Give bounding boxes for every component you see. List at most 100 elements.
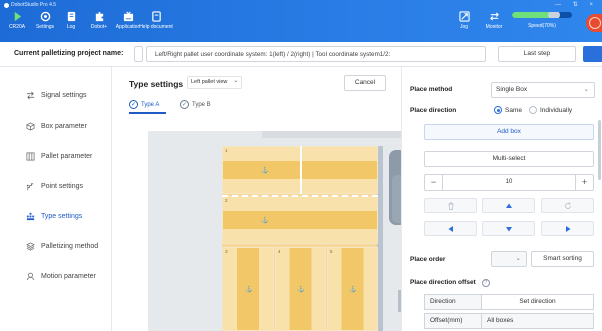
puzzle-icon (95, 11, 103, 22)
box-icon (26, 122, 35, 131)
active-tab-indicator (129, 112, 166, 114)
delete-button[interactable] (424, 198, 477, 213)
anchor-icon: ⚓ (261, 218, 269, 224)
rotate-icon (564, 201, 571, 209)
sidebar-item-type-settings[interactable]: Type settings (26, 212, 82, 221)
box-cell-3[interactable]: 3 ⚓ (222, 247, 274, 331)
place-direction-label: Place direction (410, 107, 457, 114)
rotate-button[interactable] (541, 198, 594, 213)
chevron-down-icon: ⌄ (515, 255, 521, 262)
settings-icon (40, 11, 50, 22)
toolbar-monitor-button[interactable]: Monitor (481, 11, 507, 30)
anchor-icon: ⚓ (349, 287, 357, 293)
help-icon[interactable]: ? (481, 279, 490, 287)
arrow-down-icon (505, 226, 512, 231)
right-panel-scrollbar[interactable] (598, 120, 601, 180)
app-logo-icon (4, 2, 9, 8)
toolbar-cr20a-button[interactable]: CR20A (4, 11, 30, 30)
decrement-button[interactable]: − (425, 175, 443, 190)
place-method-select[interactable]: Single Box ⌄ (491, 82, 595, 98)
place-direction-offset-label: Place direction offset? (410, 279, 490, 287)
robot-play-icon (14, 11, 21, 22)
dashed-divider (222, 195, 378, 197)
trash-icon (448, 202, 453, 210)
increment-button[interactable]: + (575, 175, 593, 190)
top-toolbar: DobotStudio Pro 4.5 — ⇅ × CR20A Settings… (0, 0, 602, 42)
radio-dot (529, 106, 537, 114)
quantity-value[interactable]: 10 (443, 175, 575, 190)
box-cell-2[interactable]: 2 ⚓ (222, 196, 378, 244)
place-order-label: Place order (410, 256, 446, 263)
multi-select-button[interactable]: Multi-select (424, 151, 594, 167)
add-box-button[interactable]: Add box (424, 124, 594, 140)
speed-slider[interactable]: Speed(70%) (512, 12, 572, 29)
app-title: DobotStudio Pro 4.5 (4, 2, 56, 8)
move-up-button[interactable] (482, 198, 535, 213)
motion-parameter-icon (26, 272, 35, 281)
toolbar-log-button[interactable]: Log (58, 11, 84, 30)
sidebar-item-signal-settings[interactable]: Signal settings (26, 91, 87, 100)
conveyor-edge (262, 131, 401, 138)
move-right-button[interactable] (541, 221, 594, 236)
tab-type-b[interactable]: ✓ Type B (180, 100, 211, 109)
cell-divider (300, 146, 302, 194)
anchor-icon: ⚓ (261, 168, 269, 174)
help-document-icon (151, 11, 161, 22)
pallet-view-select[interactable]: Left pallet view (187, 76, 243, 89)
last-step-button[interactable]: Last step (498, 46, 576, 62)
box-cell-4[interactable]: 4 ⚓ (275, 247, 326, 331)
speed-bar-track[interactable] (512, 12, 572, 18)
radio-individually[interactable]: Individually (529, 106, 572, 114)
coordinate-system-info: Left/Right pallet user coordinate system… (146, 46, 486, 62)
emergency-stop-button[interactable] (586, 14, 602, 32)
check-circle-icon: ✓ (129, 100, 138, 109)
sidebar-item-pallet-parameter[interactable]: Pallet parameter (26, 152, 92, 161)
anchor-icon: ⚓ (245, 287, 253, 293)
toolbar-jog-button[interactable]: Jog (451, 11, 477, 30)
next-step-button[interactable] (583, 46, 602, 62)
sidebar-item-palletizing-method[interactable]: Palletizing method (26, 242, 98, 251)
toolbar-dobot-plus-button[interactable]: Dobot+ (86, 11, 112, 30)
move-left-button[interactable] (424, 221, 477, 236)
project-bar: Current palletizing project name: Left/R… (0, 42, 602, 67)
arrow-right-icon (565, 225, 570, 232)
smart-sorting-button[interactable]: Smart sorting (531, 251, 594, 267)
project-name-label: Current palletizing project name: (14, 50, 124, 57)
project-name-field[interactable] (134, 46, 143, 62)
type-settings-icon (26, 212, 35, 221)
tab-type-a[interactable]: ✓ Type A (129, 100, 159, 109)
chevron-down-icon: ⌄ (583, 86, 589, 93)
signal-settings-icon (26, 91, 35, 100)
jog-icon (458, 11, 470, 22)
arrow-up-icon (505, 203, 512, 208)
cancel-button[interactable]: Cancel (344, 75, 386, 91)
toolbar-settings-button[interactable]: Settings (32, 11, 58, 30)
log-icon (67, 11, 75, 22)
radio-same[interactable]: Same (494, 106, 522, 114)
sidebar-item-point-settings[interactable]: Point settings (26, 182, 83, 191)
arrow-left-icon (448, 225, 453, 232)
speed-slider-handle[interactable] (548, 12, 560, 18)
app-title-text: DobotStudio Pro 4.5 (11, 2, 57, 8)
radio-dot (494, 106, 502, 114)
anchor-icon: ⚓ (297, 287, 305, 293)
point-settings-icon (26, 183, 34, 191)
palletizing-method-icon (26, 242, 35, 251)
application-icon (123, 11, 133, 22)
sidebar-item-box-parameter[interactable]: Box parameter (26, 122, 87, 131)
check-circle-icon: ✓ (180, 100, 189, 109)
set-direction-button[interactable]: Set direction (481, 294, 594, 310)
box-cell-5[interactable]: 5 ⚓ (327, 247, 378, 331)
speed-label: Speed(70%) (528, 23, 556, 29)
sidebar-item-motion-parameter[interactable]: Motion parameter (26, 272, 96, 281)
quantity-stepper: − 10 + (424, 174, 594, 191)
window-controls[interactable]: — ⇅ × (555, 1, 598, 8)
offset-scope-field[interactable]: All boxes (481, 313, 594, 329)
toolbar-help-document-button[interactable]: Help document (139, 11, 173, 30)
pallet-icon (26, 152, 35, 161)
toolbar-application-button[interactable]: Application (115, 11, 141, 30)
page-title: Type settings (129, 79, 184, 89)
move-down-button[interactable] (482, 221, 535, 236)
direction-label: Direction (424, 294, 481, 310)
place-order-select[interactable]: ⌄ (491, 251, 527, 267)
